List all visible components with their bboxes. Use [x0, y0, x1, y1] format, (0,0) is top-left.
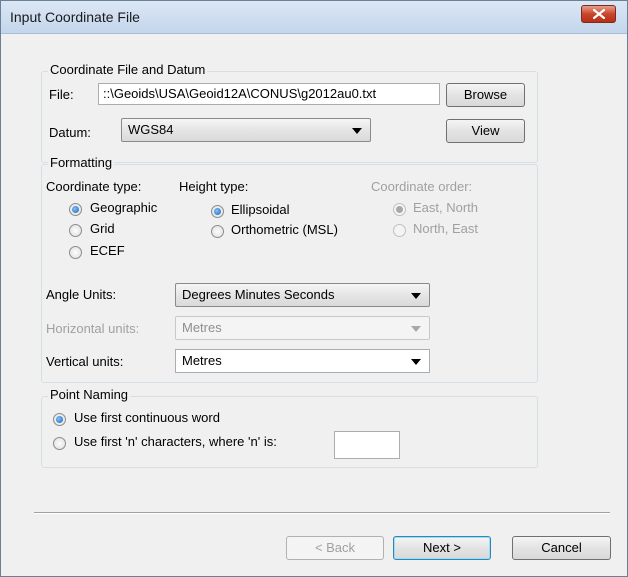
next-button[interactable]: Next >	[393, 536, 491, 560]
coordinate-order-east-north-label: East, North	[413, 200, 479, 215]
coordinate-order-north-east-radio[interactable]	[393, 224, 406, 237]
point-naming-first-word-radio[interactable]	[53, 413, 66, 426]
datum-label: Datum:	[49, 125, 91, 140]
file-label: File:	[49, 87, 74, 102]
window-title: Input Coordinate File	[10, 9, 140, 25]
title-bar: Input Coordinate File	[1, 1, 627, 34]
footer-separator	[34, 512, 610, 514]
coordinate-order-east-north-radio[interactable]	[393, 203, 406, 216]
close-x-icon	[593, 9, 605, 19]
height-type-ellipsoidal-radio[interactable]	[211, 205, 224, 218]
chevron-down-icon	[411, 359, 421, 365]
coordinate-type-geographic-radio[interactable]	[69, 203, 82, 216]
height-type-label: Height type:	[179, 179, 249, 194]
horizontal-units-value: Metres	[182, 320, 222, 335]
horizontal-units-select[interactable]: Metres	[175, 316, 430, 340]
browse-button[interactable]: Browse	[446, 83, 525, 107]
vertical-units-label: Vertical units:	[46, 354, 124, 369]
height-type-ellipsoidal-label: Ellipsoidal	[231, 202, 290, 217]
coordinate-type-ecef-label: ECEF	[90, 243, 125, 258]
horizontal-units-label: Horizontal units:	[46, 321, 140, 336]
height-type-orthometric-radio[interactable]	[211, 225, 224, 238]
coordinate-type-grid-label: Grid	[90, 221, 115, 236]
height-type-orthometric-label: Orthometric (MSL)	[231, 222, 338, 237]
angle-units-label: Angle Units:	[46, 287, 117, 302]
coordinate-file-legend: Coordinate File and Datum	[48, 62, 208, 77]
close-button[interactable]	[581, 5, 616, 23]
point-naming-first-word-label: Use first continuous word	[74, 410, 220, 425]
point-naming-legend: Point Naming	[48, 387, 131, 402]
input-coordinate-file-dialog: Input Coordinate File Coordinate File an…	[0, 0, 628, 577]
coordinate-order-label: Coordinate order:	[371, 179, 473, 194]
point-naming-first-n-chars-radio[interactable]	[53, 437, 66, 450]
coordinate-order-north-east-label: North, East	[413, 221, 479, 236]
angle-units-select[interactable]: Degrees Minutes Seconds	[175, 283, 430, 307]
n-characters-field[interactable]	[334, 431, 400, 459]
coordinate-type-grid-radio[interactable]	[69, 224, 82, 237]
vertical-units-select[interactable]: Metres	[175, 349, 430, 373]
chevron-down-icon	[411, 293, 421, 299]
view-button[interactable]: View	[446, 119, 525, 143]
chevron-down-icon	[411, 326, 421, 332]
vertical-units-value: Metres	[182, 353, 222, 368]
datum-select[interactable]: WGS84	[121, 118, 371, 142]
cancel-button[interactable]: Cancel	[512, 536, 611, 560]
file-path-field[interactable]: ::\Geoids\USA\Geoid12A\CONUS\g2012au0.tx…	[98, 83, 440, 105]
coordinate-type-ecef-radio[interactable]	[69, 246, 82, 259]
angle-units-value: Degrees Minutes Seconds	[182, 287, 335, 302]
formatting-legend: Formatting	[48, 155, 115, 170]
point-naming-first-n-chars-label: Use first 'n' characters, where 'n' is:	[74, 434, 277, 449]
point-naming-group	[41, 396, 538, 468]
coordinate-type-geographic-label: Geographic	[90, 200, 158, 215]
back-button[interactable]: < Back	[286, 536, 384, 560]
datum-value: WGS84	[128, 122, 174, 137]
chevron-down-icon	[352, 128, 362, 134]
coordinate-type-label: Coordinate type:	[46, 179, 142, 194]
